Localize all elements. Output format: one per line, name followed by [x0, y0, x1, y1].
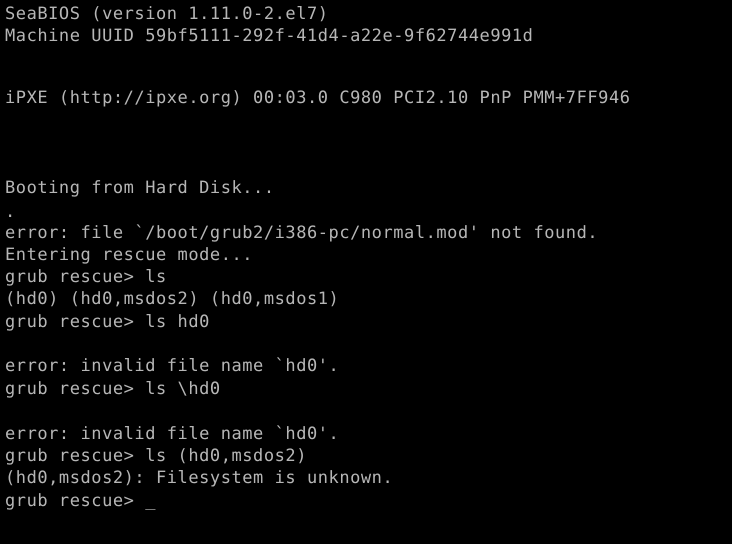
console-line-14: grub rescue> ls hd0 [5, 312, 210, 332]
console-line-10: error: file `/boot/grub2/i386-pc/normal.… [5, 223, 599, 243]
console-line-19: error: invalid file name `hd0'. [5, 424, 340, 444]
bios-console-screen[interactable]: SeaBIOS (version 1.11.0-2.el7) Machine UU… [0, 0, 732, 544]
console-line-8: Booting from Hard Disk... [5, 178, 275, 198]
console-line-21: (hd0,msdos2): Filesystem is unknown. [5, 468, 394, 488]
console-line-13: (hd0) (hd0,msdos2) (hd0,msdos1) [5, 289, 340, 309]
console-line-17: grub rescue> ls \hd0 [5, 379, 221, 399]
console-line-16: error: invalid file name `hd0'. [5, 356, 340, 376]
console-line-12: grub rescue> ls [5, 267, 167, 287]
console-line-4: iPXE (http://ipxe.org) 00:03.0 C980 PCI2… [5, 88, 631, 108]
console-line-20: grub rescue> ls (hd0,msdos2) [5, 446, 307, 466]
console-line-0: SeaBIOS (version 1.11.0-2.el7) [5, 4, 329, 24]
console-line-9: . [5, 202, 16, 222]
console-line-1: Machine UUID 59bf5111-292f-41d4-a22e-9f6… [5, 26, 534, 46]
console-line-22: grub rescue> _ [5, 491, 156, 511]
console-line-11: Entering rescue mode... [5, 245, 254, 265]
